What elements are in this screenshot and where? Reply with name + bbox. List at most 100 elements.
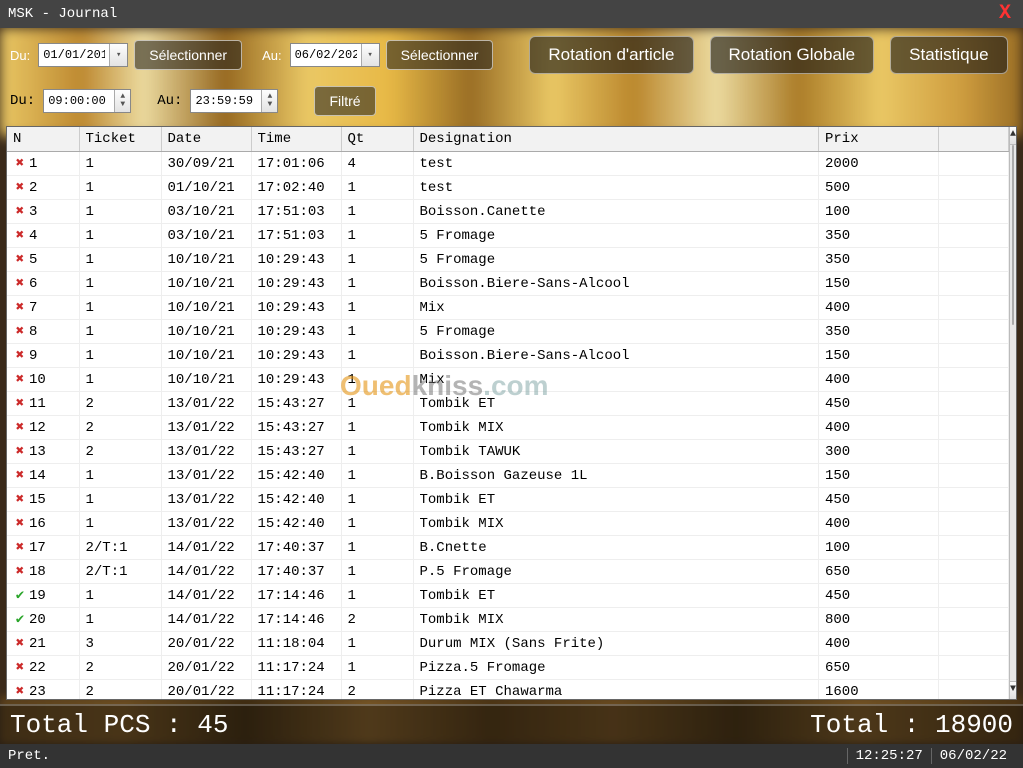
select-from-button[interactable]: Sélectionner	[134, 40, 242, 70]
row-status-icon: ✖	[13, 467, 27, 484]
table-row[interactable]: ✖2101/10/2117:02:401test500	[7, 176, 1009, 200]
cell-qt: 1	[341, 512, 413, 536]
table-row[interactable]: ✖8110/10/2110:29:4315 Fromage350	[7, 320, 1009, 344]
cell-n: ✖10	[7, 368, 79, 392]
date-to-picker[interactable]: ▾	[290, 43, 380, 67]
table-row[interactable]: ✖6110/10/2110:29:431Boisson.Biere-Sans-A…	[7, 272, 1009, 296]
table-row[interactable]: ✖7110/10/2110:29:431Mix400	[7, 296, 1009, 320]
col-n[interactable]: N	[7, 127, 79, 152]
cell-n: ✖11	[7, 392, 79, 416]
table-row[interactable]: ✖9110/10/2110:29:431Boisson.Biere-Sans-A…	[7, 344, 1009, 368]
row-status-icon: ✔	[13, 611, 27, 628]
scroll-down-icon[interactable]: ▼	[1010, 681, 1016, 699]
table-row[interactable]: ✖11213/01/2215:43:271Tombik ET450	[7, 392, 1009, 416]
cell-end	[939, 392, 1009, 416]
cell-time: 17:51:03	[251, 200, 341, 224]
scroll-track[interactable]	[1010, 145, 1016, 681]
status-ready: Pret.	[8, 748, 50, 764]
cell-date: 13/01/22	[161, 416, 251, 440]
cell-end	[939, 488, 1009, 512]
window-title: MSK - Journal	[8, 0, 117, 28]
cell-end	[939, 296, 1009, 320]
total-label: Total :	[810, 710, 935, 740]
cell-end	[939, 464, 1009, 488]
calendar-icon[interactable]: ▾	[109, 44, 127, 66]
cell-end	[939, 632, 1009, 656]
table-row[interactable]: ✖172/T:114/01/2217:40:371B.Cnette100	[7, 536, 1009, 560]
table-row[interactable]: ✖21320/01/2211:18:041Durum MIX (Sans Fri…	[7, 632, 1009, 656]
cell-ticket: 2	[79, 392, 161, 416]
table-row[interactable]: ✖22220/01/2211:17:241Pizza.5 Fromage650	[7, 656, 1009, 680]
cell-date: 03/10/21	[161, 200, 251, 224]
table-row[interactable]: ✖15113/01/2215:42:401Tombik ET450	[7, 488, 1009, 512]
time-to-picker[interactable]: ▲ ▼	[190, 89, 278, 113]
cell-time: 10:29:43	[251, 296, 341, 320]
row-status-icon: ✖	[13, 155, 27, 172]
filter-button[interactable]: Filtré	[314, 86, 375, 116]
cell-prix: 300	[819, 440, 939, 464]
cell-date: 13/01/22	[161, 464, 251, 488]
vertical-scrollbar[interactable]: ▲ ▼	[1009, 127, 1016, 699]
date-from-picker[interactable]: ▾	[38, 43, 128, 67]
scroll-thumb[interactable]	[1012, 145, 1014, 325]
time-from-input[interactable]	[44, 93, 114, 109]
table-row[interactable]: ✖5110/10/2110:29:4315 Fromage350	[7, 248, 1009, 272]
col-qt[interactable]: Qt	[341, 127, 413, 152]
table-row[interactable]: ✖12213/01/2215:43:271Tombik MIX400	[7, 416, 1009, 440]
table-row[interactable]: ✖4103/10/2117:51:0315 Fromage350	[7, 224, 1009, 248]
cell-ticket: 1	[79, 584, 161, 608]
col-time[interactable]: Time	[251, 127, 341, 152]
col-prix[interactable]: Prix	[819, 127, 939, 152]
row-status-icon: ✖	[13, 203, 27, 220]
cell-designation: Pizza.5 Fromage	[413, 656, 819, 680]
cell-designation: Pizza ET Chawarma	[413, 680, 819, 700]
calendar-icon[interactable]: ▾	[361, 44, 379, 66]
summary-bar: Total PCS : 45 Total : 18900	[0, 704, 1023, 744]
cell-date: 30/09/21	[161, 152, 251, 176]
cell-n: ✖3	[7, 200, 79, 224]
cell-time: 15:42:40	[251, 512, 341, 536]
table-row[interactable]: ✖182/T:114/01/2217:40:371P.5 Fromage650	[7, 560, 1009, 584]
cell-qt: 1	[341, 200, 413, 224]
spinner-icon[interactable]: ▲ ▼	[114, 90, 130, 112]
cell-end	[939, 680, 1009, 700]
table-row[interactable]: ✖13213/01/2215:43:271Tombik TAWUK300	[7, 440, 1009, 464]
date-to-input[interactable]	[291, 47, 361, 63]
col-date[interactable]: Date	[161, 127, 251, 152]
tab-statistique[interactable]: Statistique	[890, 36, 1007, 74]
cell-time: 17:40:37	[251, 536, 341, 560]
cell-prix: 450	[819, 392, 939, 416]
tab-rotation-article[interactable]: Rotation d'article	[529, 36, 693, 74]
row-status-icon: ✖	[13, 635, 27, 652]
table-row[interactable]: ✖1130/09/2117:01:064test2000	[7, 152, 1009, 176]
cell-ticket: 1	[79, 224, 161, 248]
col-ticket[interactable]: Ticket	[79, 127, 161, 152]
spinner-icon[interactable]: ▲ ▼	[261, 90, 277, 112]
close-icon[interactable]: X	[995, 0, 1015, 28]
cell-designation: Tombik ET	[413, 584, 819, 608]
table-row[interactable]: ✔20114/01/2217:14:462Tombik MIX800	[7, 608, 1009, 632]
time-from-picker[interactable]: ▲ ▼	[43, 89, 131, 113]
cell-time: 17:01:06	[251, 152, 341, 176]
cell-end	[939, 560, 1009, 584]
table-row[interactable]: ✖3103/10/2117:51:031Boisson.Canette100	[7, 200, 1009, 224]
date-from-input[interactable]	[39, 47, 109, 63]
table-row[interactable]: ✔19114/01/2217:14:461Tombik ET450	[7, 584, 1009, 608]
tab-rotation-globale[interactable]: Rotation Globale	[710, 36, 875, 74]
table-row[interactable]: ✖10110/10/2110:29:431Mix400	[7, 368, 1009, 392]
time-to-input[interactable]	[191, 93, 261, 109]
cell-end	[939, 200, 1009, 224]
cell-designation: Tombik MIX	[413, 512, 819, 536]
col-designation[interactable]: Designation	[413, 127, 819, 152]
cell-end	[939, 440, 1009, 464]
cell-time: 11:18:04	[251, 632, 341, 656]
table-row[interactable]: ✖16113/01/2215:42:401Tombik MIX400	[7, 512, 1009, 536]
cell-end	[939, 152, 1009, 176]
cell-designation: Tombik MIX	[413, 416, 819, 440]
cell-end	[939, 176, 1009, 200]
table-row[interactable]: ✖23220/01/2211:17:242Pizza ET Chawarma16…	[7, 680, 1009, 700]
cell-date: 13/01/22	[161, 392, 251, 416]
table-row[interactable]: ✖14113/01/2215:42:401B.Boisson Gazeuse 1…	[7, 464, 1009, 488]
select-to-button[interactable]: Sélectionner	[386, 40, 494, 70]
scroll-up-icon[interactable]: ▲	[1010, 127, 1016, 145]
